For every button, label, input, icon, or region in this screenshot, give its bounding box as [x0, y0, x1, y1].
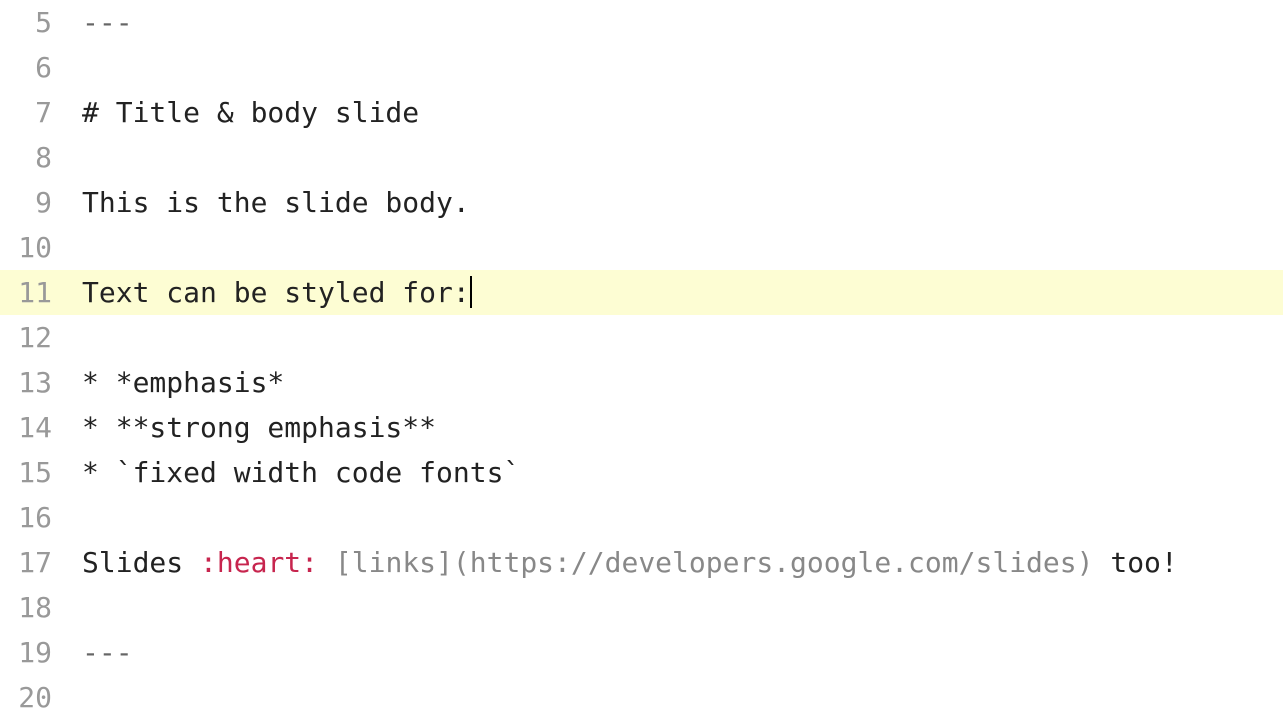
text-cursor [470, 276, 472, 308]
line-number: 16 [0, 501, 70, 534]
line-number: 5 [0, 6, 70, 39]
line-number: 7 [0, 96, 70, 129]
line-content[interactable]: * **strong emphasis** [70, 411, 1283, 444]
editor-line[interactable]: 17Slides :heart: [links](https://develop… [0, 540, 1283, 585]
editor-line[interactable]: 7 # Title & body slide [0, 90, 1283, 135]
editor-line[interactable]: 11 Text can be styled for: [0, 270, 1283, 315]
line-content[interactable]: # Title & body slide [70, 96, 1283, 129]
line-content[interactable]: Text can be styled for: [70, 276, 1283, 310]
line-content[interactable]: * *emphasis* [70, 366, 1283, 399]
code-token: This is the slide body. [82, 186, 470, 219]
line-content[interactable]: This is the slide body. [70, 186, 1283, 219]
line-number: 13 [0, 366, 70, 399]
line-content[interactable]: --- [70, 6, 1283, 39]
code-token: --- [82, 636, 133, 669]
editor-line[interactable]: 16 [0, 495, 1283, 540]
editor-line[interactable]: 8 [0, 135, 1283, 180]
line-content[interactable]: * `fixed width code fonts` [70, 456, 1283, 489]
code-token: :heart: [200, 546, 318, 579]
code-token [318, 546, 335, 579]
editor-line[interactable]: 18 [0, 585, 1283, 630]
code-token: # Title & body slide [82, 96, 419, 129]
editor-line[interactable]: 19 --- [0, 630, 1283, 675]
code-token: [links](https://developers.google.com/sl… [335, 546, 1094, 579]
code-editor[interactable]: 5 --- 6 7 # Title & body slide 8 9 This is the … [0, 0, 1283, 720]
code-token: * **strong emphasis** [82, 411, 436, 444]
code-token: * *emphasis* [82, 366, 284, 399]
line-number: 20 [0, 681, 70, 714]
editor-line[interactable]: 15 * `fixed width code fonts` [0, 450, 1283, 495]
line-number: 6 [0, 51, 70, 84]
line-number: 17 [0, 546, 70, 579]
code-token: Slides [82, 546, 200, 579]
code-token: too! [1093, 546, 1177, 579]
editor-line[interactable]: 10 [0, 225, 1283, 270]
code-token: Text can be styled for: [82, 276, 470, 309]
editor-line[interactable]: 12 [0, 315, 1283, 360]
line-content[interactable]: --- [70, 636, 1283, 669]
editor-line[interactable]: 14 * **strong emphasis** [0, 405, 1283, 450]
editor-line[interactable]: 5 --- [0, 0, 1283, 45]
line-number: 15 [0, 456, 70, 489]
line-number: 9 [0, 186, 70, 219]
line-number: 19 [0, 636, 70, 669]
line-number: 8 [0, 141, 70, 174]
editor-line[interactable]: 9 This is the slide body. [0, 180, 1283, 225]
editor-line[interactable]: 20 [0, 675, 1283, 720]
editor-line[interactable]: 6 [0, 45, 1283, 90]
editor-line[interactable]: 13 * *emphasis* [0, 360, 1283, 405]
line-number: 18 [0, 591, 70, 624]
line-number: 14 [0, 411, 70, 444]
line-number: 12 [0, 321, 70, 354]
line-number: 10 [0, 231, 70, 264]
line-number: 11 [0, 276, 70, 309]
code-token: --- [82, 6, 133, 39]
line-content[interactable]: Slides :heart: [links](https://developer… [70, 546, 1283, 579]
code-token: * `fixed width code fonts` [82, 456, 520, 489]
